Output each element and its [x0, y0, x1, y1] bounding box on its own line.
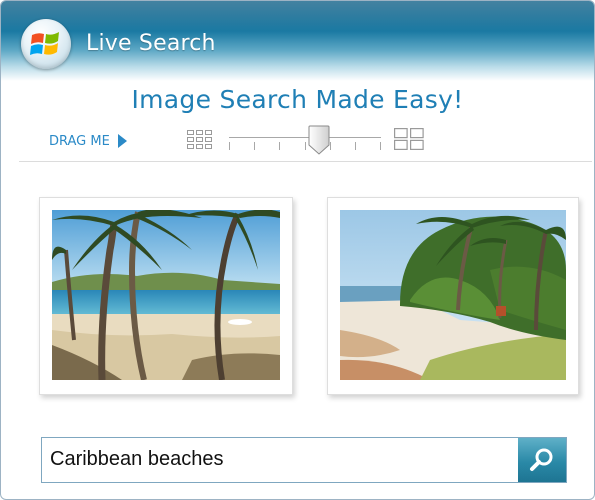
- result-palm-beach[interactable]: [39, 197, 293, 395]
- drag-me-link[interactable]: DRAG ME: [49, 133, 127, 149]
- slider-tick: [330, 142, 331, 150]
- header-band: Live Search: [1, 1, 594, 81]
- windows-flag-icon[interactable]: [21, 19, 71, 69]
- divider: [19, 161, 592, 162]
- beach-photo: [340, 210, 566, 380]
- search-box: [41, 437, 567, 483]
- small-thumbnail-grid-icon[interactable]: [187, 130, 213, 150]
- result-jungle-beach[interactable]: [327, 197, 579, 395]
- tagline: Image Search Made Easy!: [131, 85, 464, 114]
- slider-tick: [229, 142, 230, 150]
- drag-me-label: DRAG ME: [49, 134, 110, 149]
- slider-track: [229, 137, 381, 138]
- live-search-gadget: Live Search Image Search Made Easy! DRAG…: [0, 0, 595, 500]
- search-input[interactable]: [42, 438, 512, 480]
- play-arrow-icon: [117, 133, 127, 148]
- slider-tick: [305, 142, 306, 150]
- app-title: Live Search: [86, 31, 216, 56]
- beach-photo: [52, 210, 280, 380]
- thumbnail-size-slider[interactable]: [229, 125, 381, 159]
- magnifier-icon: [530, 448, 553, 471]
- slider-tick: [355, 142, 356, 150]
- large-thumbnail-grid-icon[interactable]: [394, 128, 424, 150]
- slider-tick: [279, 142, 280, 150]
- slider-tick: [380, 142, 381, 150]
- slider-tick: [254, 142, 255, 150]
- slider-thumb[interactable]: [308, 125, 330, 155]
- search-button[interactable]: [518, 438, 566, 482]
